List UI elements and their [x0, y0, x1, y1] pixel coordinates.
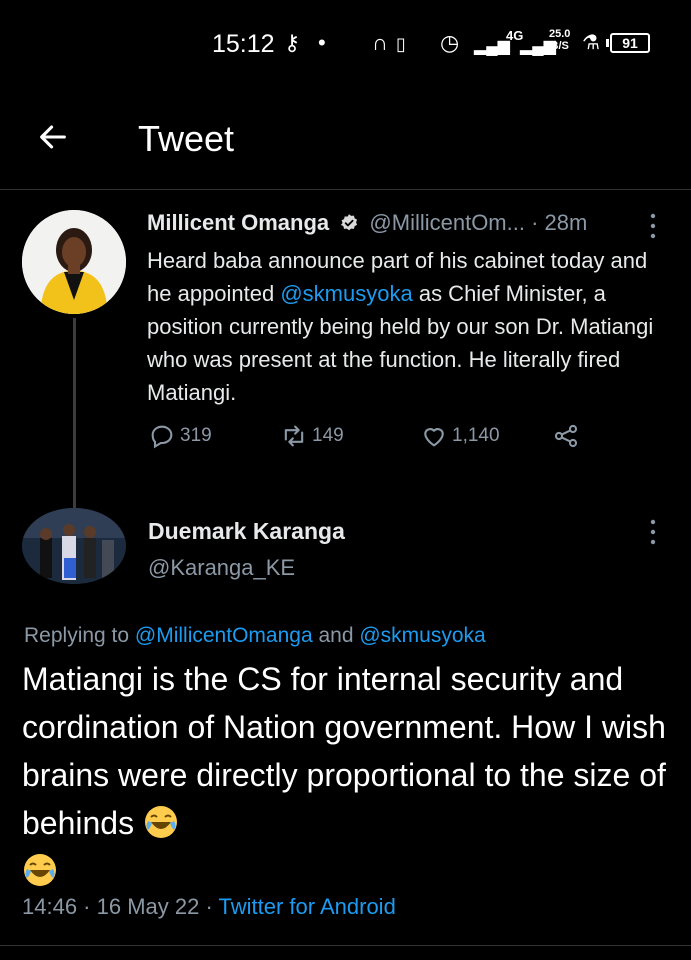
- retweet-icon: [284, 425, 304, 447]
- more-options-icon[interactable]: [648, 518, 658, 546]
- tweet-actions: 319 149 1,140: [148, 422, 608, 456]
- network-speed: 25.0 B/S: [549, 28, 571, 52]
- more-options-icon[interactable]: [648, 212, 658, 240]
- dot-icon: •: [318, 30, 326, 55]
- tweet-timestamp: 14:46 · 16 May 22 · Twitter for Android: [22, 894, 396, 919]
- page-title: Tweet: [138, 118, 235, 159]
- retweet-button[interactable]: 149: [280, 422, 344, 450]
- avatar[interactable]: [22, 508, 126, 584]
- share-icon: [554, 424, 578, 448]
- headset-icon: ∩: [372, 30, 388, 55]
- parent-tweet-header: Millicent Omanga @MillicentOm... · 28m: [147, 210, 667, 236]
- reply-author-name[interactable]: Duemark Karanga: [148, 518, 345, 545]
- author-name[interactable]: Millicent Omanga: [147, 210, 329, 235]
- like-button[interactable]: 1,140: [420, 422, 500, 450]
- like-count: 1,140: [452, 425, 500, 446]
- avatar[interactable]: [22, 210, 126, 314]
- status-time: 15:12: [212, 30, 275, 58]
- mention-link[interactable]: @skmusyoka: [280, 281, 412, 306]
- tweet-time: · 28m: [531, 210, 588, 235]
- top-header: Tweet: [0, 100, 691, 190]
- reply-tweet-text: Matiangi is the CS for internal security…: [22, 655, 672, 895]
- vibrate-icon: ▯: [396, 34, 406, 54]
- thread-line: [73, 318, 76, 508]
- verified-badge-icon: [341, 214, 358, 231]
- share-button[interactable]: [552, 422, 580, 450]
- laughing-emoji-icon: [144, 806, 177, 838]
- battery-icon: 91: [606, 33, 650, 53]
- parent-tweet-text: Heard baba announce part of his cabinet …: [147, 248, 654, 405]
- divider: [0, 945, 691, 946]
- mention-link[interactable]: @skmusyoka: [359, 624, 485, 647]
- flask-icon: ⚗: [582, 32, 600, 54]
- status-bar: 15:12 ⚷ • ∩ ▯ ◷ ▂▄▆ 4G ▂▄▆ 25.0 B/S ⚗ 91: [0, 26, 691, 66]
- mention-link[interactable]: @MillicentOmanga: [135, 624, 313, 647]
- reply-author-handle[interactable]: @Karanga_KE: [148, 555, 295, 581]
- key-icon: ⚷: [284, 30, 301, 55]
- replying-to: Replying to @MillicentOmanga and @skmusy…: [24, 624, 486, 647]
- source-link[interactable]: Twitter for Android: [219, 894, 396, 919]
- reply-count: 319: [180, 425, 212, 446]
- back-arrow-icon[interactable]: [36, 120, 70, 154]
- reply-button[interactable]: 319: [148, 422, 212, 450]
- alarm-icon: ◷: [440, 30, 460, 55]
- reply-icon: [151, 425, 173, 449]
- like-icon: [424, 428, 444, 447]
- author-handle[interactable]: @MillicentOm...: [369, 210, 525, 235]
- laughing-emoji-icon: [24, 854, 56, 886]
- signal-icon: ▂▄▆: [474, 38, 510, 55]
- retweet-count: 149: [312, 425, 344, 446]
